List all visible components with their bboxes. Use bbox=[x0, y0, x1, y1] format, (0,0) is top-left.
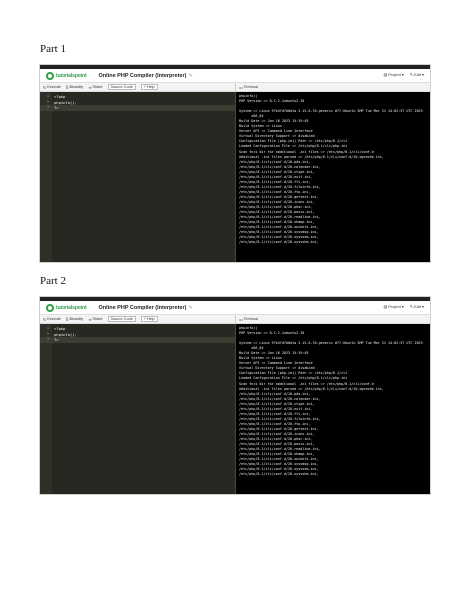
source-code-button[interactable]: Source Code bbox=[107, 84, 136, 90]
terminal-tab-label: Terminal bbox=[243, 317, 259, 321]
share-label: Share bbox=[92, 85, 103, 89]
project-menu[interactable]: ▤ Project ▾ bbox=[383, 72, 403, 77]
source-code-button[interactable]: Source Code bbox=[107, 316, 136, 322]
page-title: Online PHP Compiler (Interpreter) ✎ bbox=[99, 305, 193, 311]
beautify-label: Beautify bbox=[69, 317, 84, 321]
edit-title-icon[interactable]: ✎ bbox=[188, 73, 192, 79]
terminal-tab[interactable]: ▭ Terminal bbox=[235, 83, 430, 92]
logo-icon bbox=[46, 303, 54, 312]
execute-label: Execute bbox=[47, 317, 61, 321]
page-title-text: Online PHP Compiler (Interpreter) bbox=[98, 304, 187, 311]
help-label: Help bbox=[146, 317, 155, 321]
editor-line[interactable]: 3 ?> bbox=[40, 105, 235, 111]
header: tutorialspoint Online PHP Compiler (Inte… bbox=[40, 69, 430, 83]
page-title: Online PHP Compiler (Interpreter) ✎ bbox=[99, 73, 193, 79]
edit-menu[interactable]: ✎ Edit ▾ bbox=[410, 304, 424, 309]
logo[interactable]: tutorialspoint bbox=[46, 303, 87, 312]
editor-line[interactable]: 3 ?> bbox=[40, 337, 235, 343]
terminal-tab[interactable]: ▭ Terminal bbox=[235, 315, 430, 324]
part-2-label: Part 2 bbox=[40, 275, 66, 287]
help-icon: ? bbox=[143, 85, 146, 89]
project-label: Project bbox=[388, 304, 401, 309]
help-label: Help bbox=[146, 85, 155, 89]
pencil-icon: ✎ bbox=[409, 304, 414, 309]
brackets-icon: {} bbox=[65, 317, 69, 321]
execute-button[interactable]: ↻ Execute bbox=[43, 85, 61, 90]
line-gutter bbox=[40, 92, 52, 262]
terminal-output[interactable]: phpinfo() PHP Version => 8.1.2-1ubuntu2.… bbox=[235, 92, 430, 262]
share-button[interactable]: ⋖ Share bbox=[88, 85, 102, 90]
logo[interactable]: tutorialspoint bbox=[46, 71, 87, 80]
edit-menu[interactable]: ✎ Edit ▾ bbox=[410, 72, 424, 77]
chevron-down-icon: ▾ bbox=[401, 72, 404, 77]
terminal-line: System => Linux 97e4fd7b0d1a 5.15.0-70-g… bbox=[239, 341, 423, 346]
folder-icon: ▤ bbox=[383, 72, 388, 77]
edit-title-icon[interactable]: ✎ bbox=[188, 305, 192, 311]
page-title-text: Online PHP Compiler (Interpreter) bbox=[98, 72, 187, 79]
chevron-down-icon: ▾ bbox=[421, 304, 424, 309]
terminal-output[interactable]: phpinfo() PHP Version => 8.1.2-1ubuntu2.… bbox=[235, 324, 430, 494]
project-menu[interactable]: ▤ Project ▾ bbox=[383, 304, 403, 309]
line-number: 3 bbox=[46, 105, 49, 109]
terminal-line: /etc/php/8.1/cli/conf.d/20-sysvshm.ini, bbox=[239, 472, 319, 477]
execute-button[interactable]: ↻ Execute bbox=[43, 317, 61, 322]
help-button[interactable]: ? Help bbox=[140, 84, 158, 90]
execute-label: Execute bbox=[47, 85, 61, 89]
share-icon: ⋖ bbox=[88, 85, 92, 90]
brackets-icon: {} bbox=[65, 85, 69, 89]
share-icon: ⋖ bbox=[88, 317, 92, 322]
share-label: Share bbox=[92, 317, 103, 321]
logo-text: tutorialspoint bbox=[56, 304, 87, 311]
beautify-button[interactable]: {} Beautify bbox=[66, 317, 83, 321]
line-code: ?> bbox=[54, 105, 59, 110]
help-icon: ? bbox=[143, 317, 146, 321]
terminal-line: System => Linux 97e4fd7b0d1a 5.15.0-70-g… bbox=[239, 109, 423, 114]
terminal-tab-label: Terminal bbox=[243, 85, 259, 89]
line-number: 3 bbox=[46, 337, 49, 341]
line-code: ?> bbox=[54, 337, 59, 342]
editor-toolbar: ↻ Execute {} Beautify ⋖ Share Source Code ?… bbox=[40, 83, 235, 92]
part-1-label: Part 1 bbox=[40, 43, 66, 55]
editor-toolbar: ↻ Execute {} Beautify ⋖ Share Source Code ?… bbox=[40, 315, 235, 324]
logo-icon bbox=[46, 71, 54, 80]
help-button[interactable]: ? Help bbox=[140, 316, 158, 322]
chevron-down-icon: ▾ bbox=[401, 304, 404, 309]
screenshot-part-1: tutorialspoint Online PHP Compiler (Inte… bbox=[40, 65, 430, 262]
pencil-icon: ✎ bbox=[409, 72, 414, 77]
edit-label: Edit bbox=[414, 72, 421, 77]
code-editor[interactable]: 1 <?php 2 phpinfo(); 3 ?> bbox=[40, 324, 235, 494]
beautify-label: Beautify bbox=[69, 85, 84, 89]
run-icon: ↻ bbox=[43, 317, 47, 322]
folder-icon: ▤ bbox=[383, 304, 388, 309]
screenshot-part-2: tutorialspoint Online PHP Compiler (Inte… bbox=[40, 297, 430, 494]
edit-label: Edit bbox=[414, 304, 421, 309]
header: tutorialspoint Online PHP Compiler (Inte… bbox=[40, 301, 430, 315]
terminal-line: /etc/php/8.1/cli/conf.d/20-sysvshm.ini, bbox=[239, 240, 319, 245]
beautify-button[interactable]: {} Beautify bbox=[66, 85, 83, 89]
run-icon: ↻ bbox=[43, 85, 47, 90]
logo-text: tutorialspoint bbox=[56, 72, 87, 79]
line-gutter bbox=[40, 324, 52, 494]
project-label: Project bbox=[388, 72, 401, 77]
code-editor[interactable]: 1 <?php 2 phpinfo(); 3 ?> bbox=[40, 92, 235, 262]
share-button[interactable]: ⋖ Share bbox=[88, 317, 102, 322]
chevron-down-icon: ▾ bbox=[421, 72, 424, 77]
